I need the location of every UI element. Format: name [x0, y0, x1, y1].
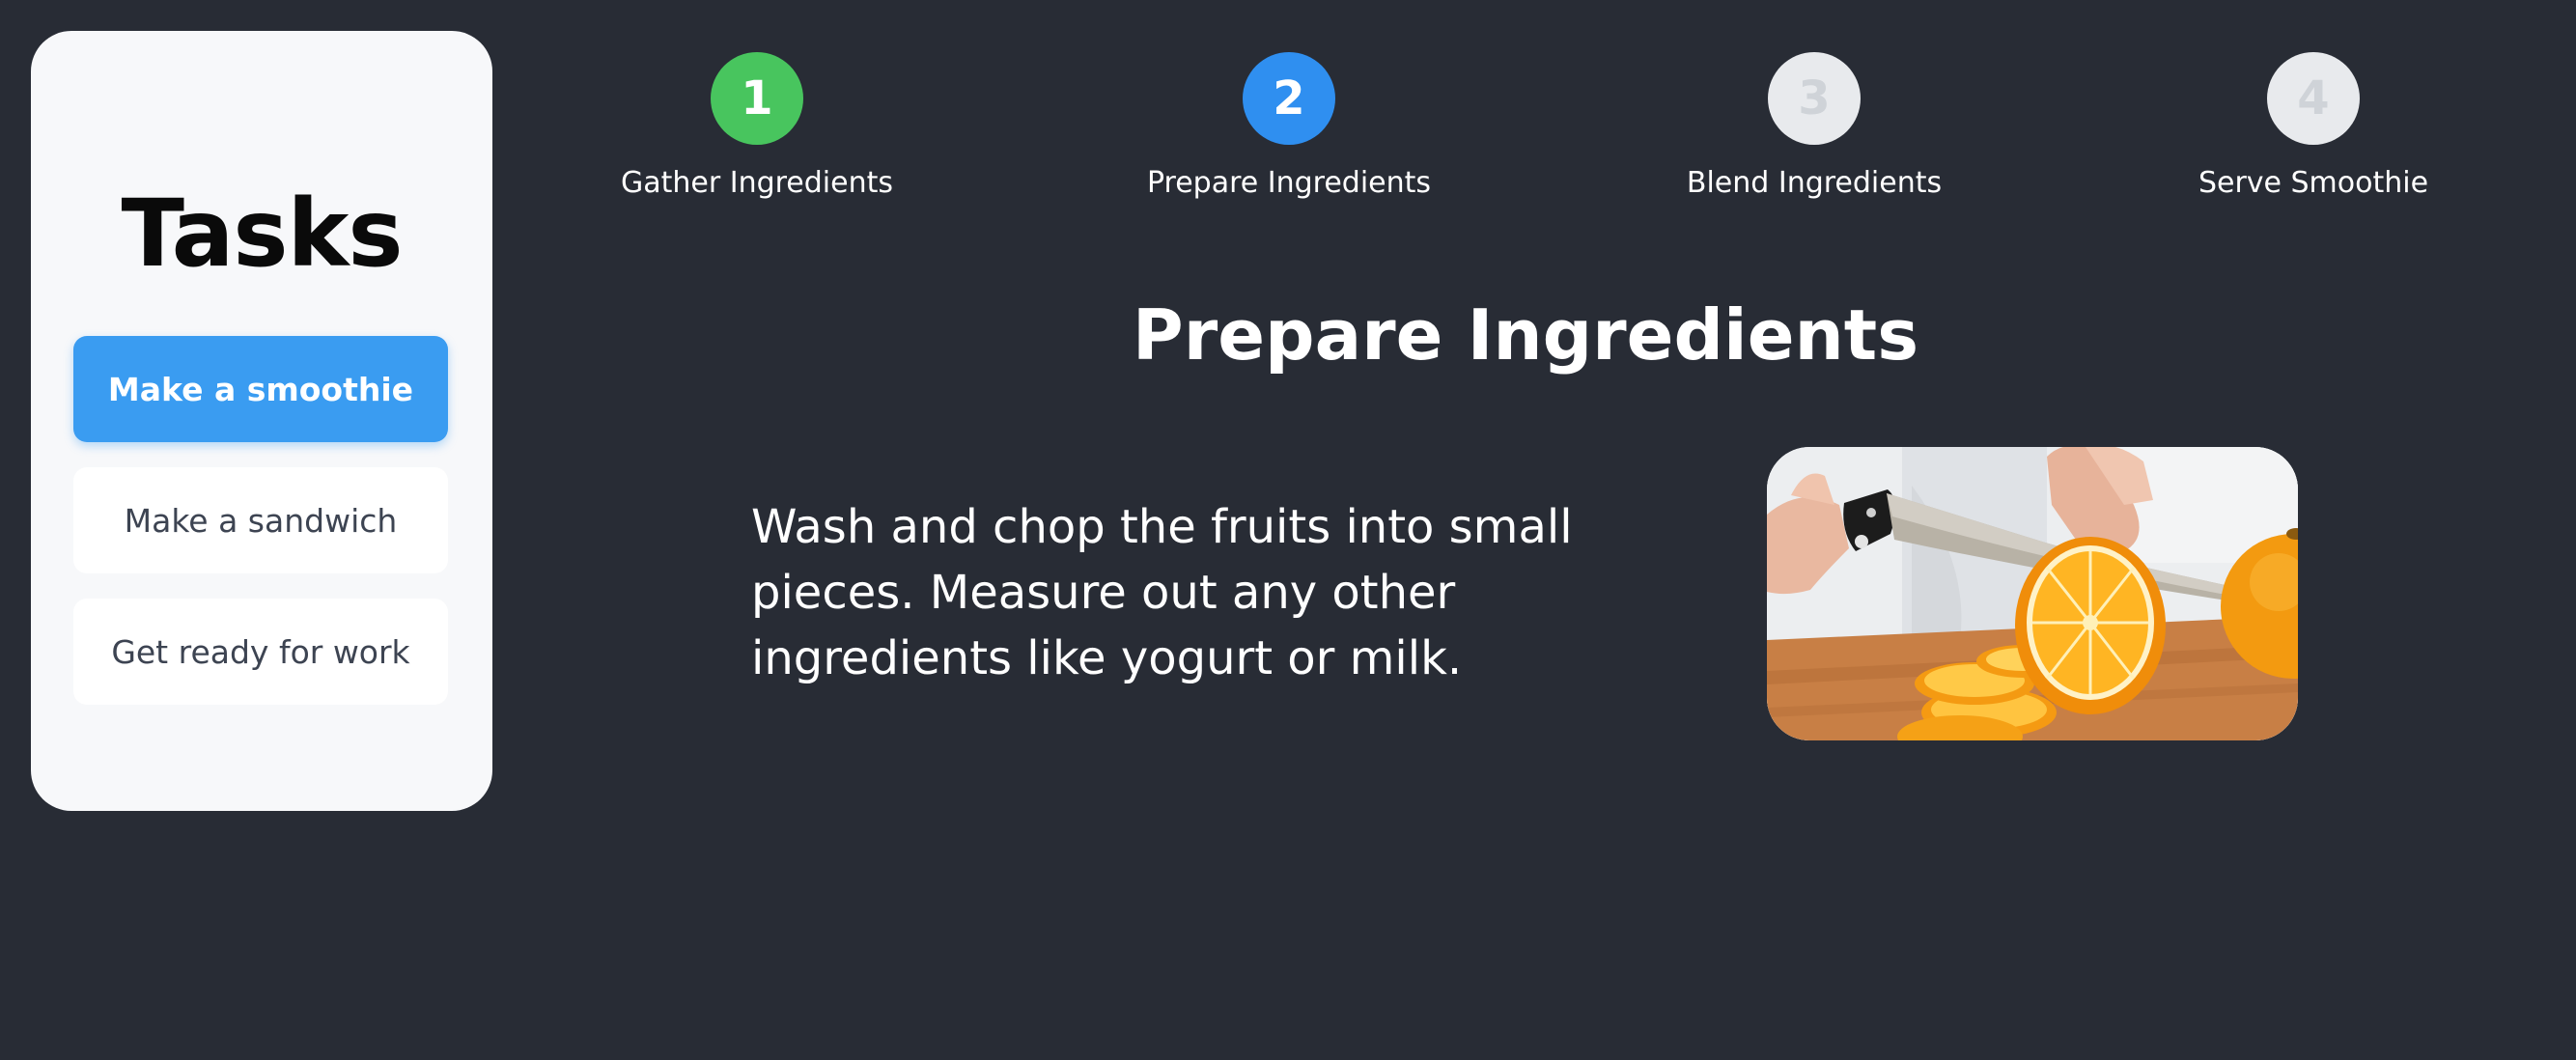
orange-slicing-image — [1767, 447, 2298, 740]
step-heading: Prepare Ingredients — [1132, 294, 1919, 376]
step-prepare-ingredients[interactable]: 2 Prepare Ingredients — [1115, 52, 1463, 200]
step-label: Serve Smoothie — [2198, 166, 2429, 200]
step-number-badge: 1 — [711, 52, 803, 145]
task-button-get-ready-for-work[interactable]: Get ready for work — [73, 599, 448, 705]
step-label: Gather Ingredients — [620, 166, 893, 200]
sidebar-title: Tasks — [121, 180, 403, 288]
step-description: Wash and chop the fruits into small piec… — [751, 500, 1573, 685]
step-number-badge: 4 — [2267, 52, 2360, 145]
step-blend-ingredients[interactable]: 3 Blend Ingredients — [1640, 52, 1988, 200]
task-button-make-a-sandwich[interactable]: Make a sandwich — [73, 467, 448, 573]
task-sidebar: Tasks Make a smoothie Make a sandwich Ge… — [31, 31, 492, 811]
step-serve-smoothie[interactable]: 4 Serve Smoothie — [2140, 52, 2487, 200]
step-number-badge: 2 — [1243, 52, 1335, 145]
step-number-badge: 3 — [1768, 52, 1861, 145]
task-button-make-a-smoothie[interactable]: Make a smoothie — [73, 336, 448, 442]
step-label: Prepare Ingredients — [1146, 166, 1432, 200]
step-gather-ingredients[interactable]: 1 Gather Ingredients — [583, 52, 931, 200]
step-label: Blend Ingredients — [1686, 166, 1943, 200]
